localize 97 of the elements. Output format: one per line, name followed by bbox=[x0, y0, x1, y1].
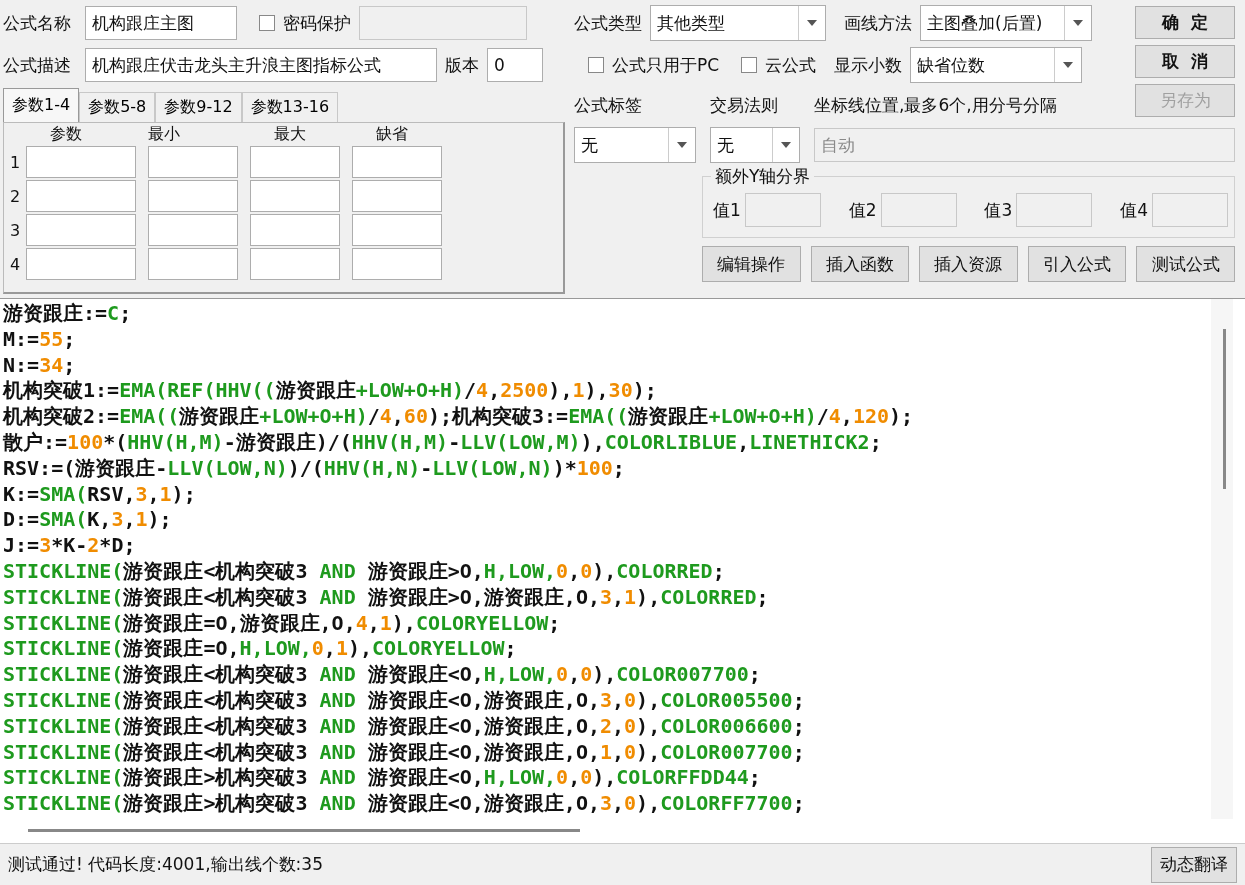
dialog-button[interactable]: 取 消 bbox=[1135, 45, 1235, 78]
caret-icon bbox=[807, 20, 817, 26]
code-line: STICKLINE(游资跟庄<机构突破3 AND 游资跟庄<O,游资跟庄,O,2,0),COLOR006600; bbox=[3, 713, 806, 740]
caret-icon bbox=[677, 142, 687, 148]
input-field[interactable]: 机构跟庄主图 bbox=[85, 6, 237, 40]
code-line: STICKLINE(游资跟庄<机构突破3 AND 游资跟庄<O,H,LOW,0,0),COLOR007700; bbox=[3, 662, 762, 688]
input-field[interactable]: 机构跟庄伏击龙头主升浪主图指标公式 bbox=[85, 48, 437, 82]
code-line: STICKLINE(游资跟庄>机构突破3 AND 游资跟庄<O,游资跟庄,O,3,0),COLORFF7700; bbox=[3, 791, 806, 817]
field-label: 公式类型 bbox=[574, 11, 642, 35]
row-number: 2 bbox=[10, 186, 20, 206]
dropdown[interactable]: 其他类型 bbox=[650, 5, 826, 41]
dropdown[interactable]: 缺省位数 bbox=[910, 47, 1083, 83]
field-label: 值2 bbox=[848, 198, 877, 222]
tab[interactable]: 参数13-16 bbox=[241, 92, 339, 122]
column-header: 参数 bbox=[49, 123, 83, 145]
group-title: 额外Y轴分界 bbox=[711, 165, 815, 188]
param-field[interactable] bbox=[148, 214, 238, 246]
code-line: M:=55; bbox=[3, 326, 77, 353]
checkbox-label: 云公式 bbox=[765, 53, 817, 77]
action-button[interactable]: 引入公式 bbox=[1027, 246, 1127, 282]
dialog-button[interactable]: 确 定 bbox=[1135, 6, 1235, 39]
horizontal-scrollbar[interactable] bbox=[0, 819, 1245, 844]
code-line: 散户:=100*(HHV(H,M)-游资跟庄)/(HHV(H,M)-LLV(LOW,M)),COLORLIBLUE,LINETHICK2; bbox=[3, 430, 883, 456]
code-line: STICKLINE(游资跟庄<机构突破3 AND 游资跟庄>O,游资跟庄,O,3,1),COLORRED; bbox=[3, 584, 770, 611]
field-label: 值3 bbox=[984, 198, 1013, 222]
checkbox-label: 公式只用于PC bbox=[612, 53, 720, 77]
param-field[interactable] bbox=[26, 248, 136, 280]
param-field[interactable] bbox=[250, 146, 340, 178]
code-line: 机构突破2:=EMA((游资跟庄+LOW+O+H)/4,60);机构突破3:=EMA((游资跟庄+LOW+O+H)/4,120); bbox=[3, 404, 915, 430]
column-header: 最大 bbox=[273, 123, 307, 145]
field-label: 公式名称 bbox=[3, 11, 71, 35]
row-number: 3 bbox=[10, 220, 20, 240]
param-field[interactable] bbox=[250, 180, 340, 212]
code-line: STICKLINE(游资跟庄<机构突破3 AND 游资跟庄>O,H,LOW,0,0),COLORRED; bbox=[3, 558, 726, 585]
code-line: STICKLINE(游资跟庄<机构突破3 AND 游资跟庄<O,游资跟庄,O,1,0),COLOR007700; bbox=[3, 739, 806, 766]
checkbox[interactable] bbox=[741, 57, 758, 73]
row-number: 1 bbox=[10, 152, 20, 172]
param-field[interactable] bbox=[148, 180, 238, 212]
field-label: 值1 bbox=[713, 198, 741, 222]
tab[interactable]: 参数5-8 bbox=[79, 92, 156, 122]
input-field[interactable] bbox=[880, 193, 957, 227]
input-field[interactable] bbox=[1016, 193, 1093, 227]
caret-icon bbox=[781, 142, 791, 148]
input-field[interactable]: 0 bbox=[487, 48, 543, 82]
code-line: STICKLINE(游资跟庄>机构突破3 AND 游资跟庄<O,H,LOW,0,0),COLORFFDD44; bbox=[3, 765, 762, 792]
param-field[interactable] bbox=[148, 146, 238, 178]
checkbox[interactable] bbox=[259, 15, 275, 31]
tab[interactable]: 参数9-12 bbox=[155, 92, 242, 122]
param-field[interactable] bbox=[250, 214, 340, 246]
param-field[interactable] bbox=[148, 248, 238, 280]
param-field[interactable] bbox=[352, 146, 442, 178]
code-line: 游资跟庄:=C; bbox=[3, 301, 133, 327]
code-line: STICKLINE(游资跟庄<机构突破3 AND 游资跟庄<O,游资跟庄,O,3,0),COLOR005500; bbox=[3, 687, 806, 714]
caret-icon bbox=[1073, 20, 1083, 26]
action-button[interactable]: 插入资源 bbox=[919, 246, 1018, 282]
row-number: 4 bbox=[10, 254, 20, 274]
dropdown[interactable]: 无 bbox=[710, 127, 800, 163]
caret-icon bbox=[1063, 62, 1074, 68]
param-field[interactable] bbox=[250, 248, 340, 280]
status-message: 测试通过! 代码长度:4001,输出线个数:35 bbox=[8, 853, 323, 876]
code-line: N:=34; bbox=[3, 352, 77, 379]
param-field[interactable] bbox=[26, 146, 136, 178]
dropdown[interactable]: 主图叠加(后置) bbox=[920, 5, 1092, 41]
column-header: 缺省 bbox=[375, 123, 409, 145]
action-button[interactable]: 插入函数 bbox=[810, 246, 910, 282]
param-field[interactable] bbox=[26, 180, 136, 212]
code-line: J:=3*K-2*D; bbox=[3, 533, 137, 559]
field-label: 交易法则 bbox=[710, 93, 779, 117]
field-label: 公式标签 bbox=[574, 93, 643, 117]
param-field[interactable] bbox=[26, 214, 136, 246]
code-line: 机构突破1:=EMA(REF(HHV((游资跟庄+LOW+O+H)/4,2500),1),30); bbox=[3, 378, 658, 405]
param-field[interactable] bbox=[352, 214, 442, 246]
param-field[interactable] bbox=[352, 180, 442, 212]
field-label: 值4 bbox=[1120, 198, 1148, 222]
tab[interactable]: 参数1-4 bbox=[3, 88, 80, 122]
code-editor[interactable] bbox=[0, 298, 1245, 819]
param-field[interactable] bbox=[352, 248, 442, 280]
translate-button[interactable]: 动态翻译 bbox=[1151, 846, 1237, 883]
field-label: 显示小数 bbox=[834, 53, 903, 77]
field-label: 版本 bbox=[445, 53, 479, 77]
column-header: 最小 bbox=[148, 123, 181, 145]
code-line: RSV:=(游资跟庄-LLV(LOW,N))/(HHV(H,N)-LLV(LOW,N))*100; bbox=[3, 455, 626, 482]
code-line: STICKLINE(游资跟庄=O,游资跟庄,O,4,1),COLORYELLOW; bbox=[3, 610, 562, 637]
dropdown[interactable]: 无 bbox=[574, 127, 696, 163]
code-line: K:=SMA(RSV,3,1); bbox=[3, 481, 197, 508]
action-button[interactable]: 测试公式 bbox=[1136, 246, 1235, 282]
checkbox-label: 密码保护 bbox=[283, 11, 351, 35]
checkbox[interactable] bbox=[588, 57, 604, 73]
action-button[interactable]: 编辑操作 bbox=[702, 246, 801, 282]
code-line: STICKLINE(游资跟庄=O,H,LOW,0,1),COLORYELLOW; bbox=[3, 636, 518, 663]
vertical-scrollbar[interactable] bbox=[1211, 299, 1233, 819]
field-label: 公式描述 bbox=[3, 53, 71, 77]
code-line: D:=SMA(K,3,1); bbox=[3, 507, 173, 534]
field-label: 画线方法 bbox=[844, 11, 912, 35]
input-field[interactable] bbox=[744, 193, 821, 227]
input-field[interactable] bbox=[1152, 193, 1228, 227]
field-label: 坐标线位置,最多6个,用分号分隔 bbox=[814, 93, 1057, 117]
